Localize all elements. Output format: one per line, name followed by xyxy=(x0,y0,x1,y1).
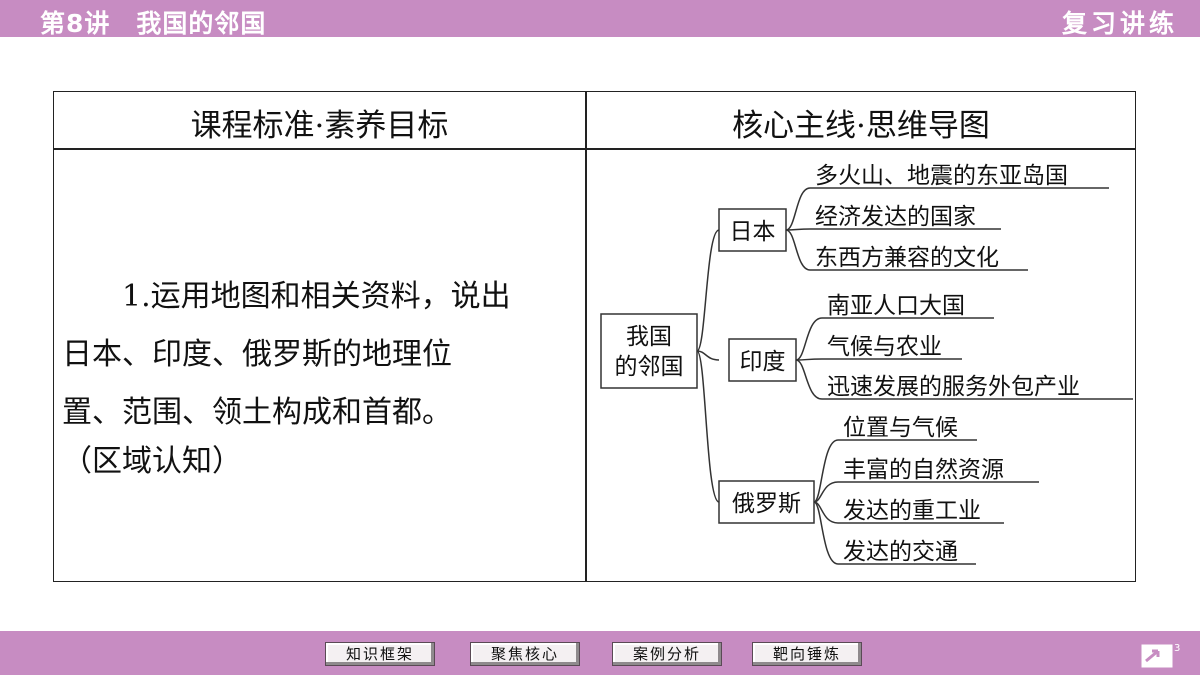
top-bar: 第8讲 我国的邻国 复习讲练 xyxy=(0,0,1200,40)
goal-line-4: （区域认知） xyxy=(62,444,242,479)
india-item-1: 南亚人口大国 xyxy=(827,293,965,319)
russia-item-3: 发达的重工业 xyxy=(843,498,981,524)
bottom-bar: 知识框架 聚焦核心 案例分析 靶向锤炼 3 xyxy=(0,631,1200,675)
root-label-line2: 的邻国 xyxy=(615,354,684,380)
nav-button-case-analysis[interactable]: 案例分析 xyxy=(612,642,722,666)
goal-line-1: 1.运用地图和相关资料，说出 xyxy=(62,279,511,314)
russia-item-1: 位置与气候 xyxy=(843,415,958,441)
page-nav-icon[interactable]: 3 xyxy=(1140,639,1180,669)
russia-item-2: 丰富的自然资源 xyxy=(843,457,1004,483)
curriculum-goal-text: 1.运用地图和相关资料，说出 日本、印度、俄罗斯的地理位 置、范围、领土构成和首… xyxy=(62,268,582,482)
japan-item-3: 东西方兼容的文化 xyxy=(815,245,999,271)
content-table: 课程标准·素养目标 核心主线·思维导图 1.运用地图和相关资料，说出 日本、印度… xyxy=(53,91,1136,582)
mind-map-svg: 我国 的邻国 日本 印度 俄罗斯 多火山、地震的东亚岛国 经济发达的国家 东西方… xyxy=(600,163,1133,565)
lesson-name: 我国的邻国 xyxy=(136,9,267,38)
left-column-header: 课程标准·素养目标 xyxy=(190,108,449,144)
section-label: 复习讲练 xyxy=(1061,9,1178,38)
node-india: 印度 xyxy=(740,349,786,375)
lesson-title: 第8讲 我国的邻国 xyxy=(40,4,266,40)
page-number: 3 xyxy=(1174,643,1180,654)
node-japan: 日本 xyxy=(730,219,776,245)
goal-line-2: 日本、印度、俄罗斯的地理位 xyxy=(62,337,452,372)
right-column-header: 核心主线·思维导图 xyxy=(732,108,990,144)
nav-button-knowledge-framework[interactable]: 知识框架 xyxy=(325,642,435,666)
india-item-2: 气候与农业 xyxy=(827,334,942,360)
mind-map: 我国 的邻国 日本 印度 俄罗斯 多火山、地震的东亚岛国 经济发达的国家 东西方… xyxy=(586,150,1134,580)
node-russia: 俄罗斯 xyxy=(732,491,801,517)
india-item-3: 迅速发展的服务外包产业 xyxy=(827,374,1080,400)
japan-item-2: 经济发达的国家 xyxy=(815,204,976,230)
return-arrow-icon: 3 xyxy=(1141,643,1180,668)
nav-button-targeted-practice[interactable]: 靶向锤炼 xyxy=(752,642,862,666)
nav-button-focus-core[interactable]: 聚焦核心 xyxy=(470,642,580,666)
lesson-number: 第8讲 xyxy=(40,9,111,38)
russia-item-4: 发达的交通 xyxy=(843,539,958,565)
goal-line-3: 置、范围、领土构成和首都。 xyxy=(62,395,452,430)
root-label-line1: 我国 xyxy=(626,324,672,350)
japan-item-1: 多火山、地震的东亚岛国 xyxy=(815,163,1068,189)
